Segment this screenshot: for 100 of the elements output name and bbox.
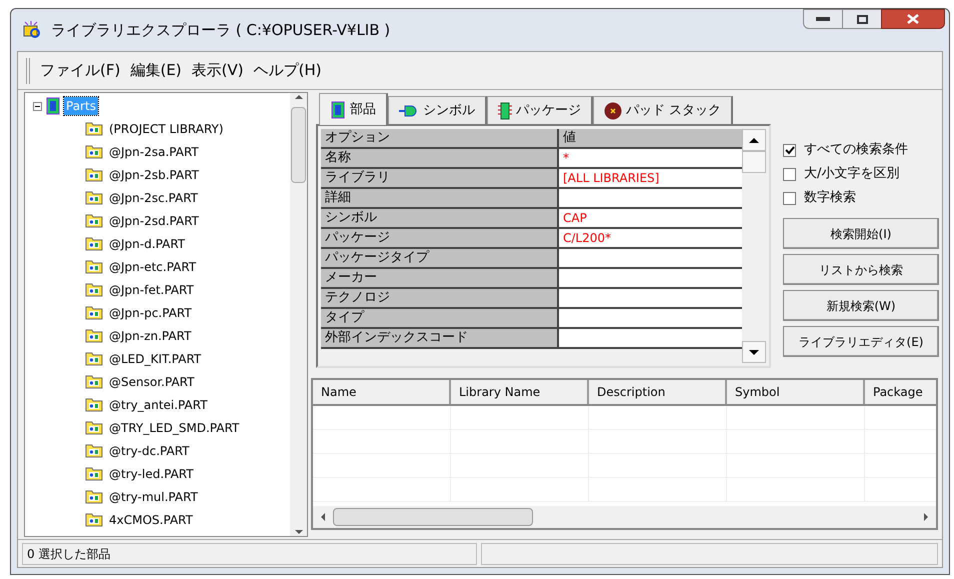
tab[interactable]: パッド スタック [593, 96, 734, 124]
gate-icon [399, 104, 419, 116]
column-header[interactable]: Library Name [451, 380, 589, 404]
scroll-thumb[interactable] [333, 508, 533, 526]
checkbox[interactable] [783, 192, 796, 204]
folder-icon [85, 374, 103, 389]
folder-icon [85, 190, 103, 205]
property-value[interactable]: CAP [559, 209, 742, 229]
property-value[interactable] [559, 249, 742, 269]
tree-item[interactable]: @TRY_LED_SMD.PART [109, 418, 240, 436]
action-button[interactable]: 検索開始(I) [783, 218, 939, 249]
tree-item[interactable]: @Jpn-2sd.PART [109, 212, 199, 230]
property-value[interactable] [559, 289, 742, 309]
tree-item[interactable]: @Jpn-2sc.PART [109, 188, 198, 206]
column-header[interactable]: Package [865, 380, 936, 404]
tree-item[interactable]: @Jpn-pc.PART [109, 304, 192, 322]
chip-icon [46, 97, 60, 115]
tree-item[interactable]: @Jpn-etc.PART [109, 258, 196, 276]
menu-item[interactable]: 表示(V) [192, 59, 244, 82]
tree-item[interactable]: @LED_KIT.PART [109, 350, 202, 368]
maximize-icon [856, 14, 868, 24]
folder-icon [85, 259, 103, 274]
scroll-up-button[interactable] [742, 129, 766, 151]
checkbox[interactable] [783, 144, 796, 156]
tab[interactable]: パッケージ [487, 96, 593, 124]
column-header: 値 [559, 129, 742, 149]
property-name: ライブラリ [321, 169, 559, 189]
tree-item[interactable]: @try-dc.PART [109, 442, 190, 460]
collapse-toggle[interactable] [33, 102, 42, 110]
tree-item[interactable]: @Jpn-fet.PART [109, 280, 194, 298]
tree-item[interactable]: @try-mul.PART [109, 488, 198, 506]
column-header[interactable]: Description [589, 380, 727, 404]
column-header[interactable]: Symbol [727, 380, 865, 404]
close-icon [907, 14, 919, 24]
property-value[interactable] [559, 309, 742, 329]
folder-icon [85, 351, 103, 366]
action-button[interactable]: ライブラリエディタ(E) [783, 326, 939, 357]
property-name: 詳細 [321, 189, 559, 209]
window-title: ライブラリエクスプローラ ( C:¥OPUSER-V¥LIB ) [51, 20, 390, 41]
folder-icon [85, 489, 103, 504]
tree-item[interactable]: @try-led.PART [109, 464, 194, 482]
chip-icon [330, 100, 346, 118]
property-value[interactable]: C/L200* [559, 229, 742, 249]
app-icon [23, 20, 43, 40]
action-button[interactable]: リストから検索 [783, 254, 939, 285]
checkbox[interactable] [783, 168, 796, 180]
menu-item[interactable]: ヘルプ(H) [254, 59, 322, 82]
status-text: 0 選択した部品 [22, 542, 478, 564]
folder-icon [85, 121, 103, 136]
folder-icon [85, 443, 103, 458]
tree-item[interactable]: @Sensor.PART [109, 372, 194, 390]
checkbox-label: 数字検索 [804, 189, 856, 208]
tab[interactable]: 部品 [319, 93, 388, 125]
folder-icon [85, 420, 103, 435]
vertical-scrollbar[interactable] [742, 129, 766, 363]
folder-icon [85, 236, 103, 251]
maximize-button[interactable] [843, 9, 881, 29]
scroll-up-icon [294, 95, 302, 99]
tree-item[interactable]: @Jpn-2sa.PART [109, 142, 199, 160]
tree-item[interactable]: @Jpn-d.PART [109, 234, 185, 252]
horizontal-scrollbar[interactable] [313, 506, 936, 528]
property-name: テクノロジ [321, 289, 559, 309]
property-value[interactable]: * [559, 149, 742, 169]
tree-item[interactable]: 4xCMOS.PART [109, 510, 193, 528]
action-button[interactable]: 新規検索(W) [783, 290, 939, 321]
tab[interactable]: シンボル [388, 96, 487, 124]
folder-icon [85, 305, 103, 320]
tree-item[interactable]: @Jpn-2sb.PART [109, 166, 199, 184]
scroll-thumb[interactable] [291, 107, 306, 183]
column-header[interactable]: Name [313, 380, 451, 404]
tree-item[interactable]: (PROJECT LIBRARY) [109, 120, 224, 138]
property-name: 外部インデックスコード [321, 329, 559, 349]
minimize-icon [816, 17, 830, 21]
menu-item[interactable]: ファイル(F) [40, 59, 120, 82]
package-icon [498, 102, 512, 120]
folder-icon [85, 328, 103, 343]
scroll-down-button[interactable] [742, 341, 766, 363]
folder-icon [85, 167, 103, 182]
folder-icon [85, 466, 103, 481]
property-name: パッケージ [321, 229, 559, 249]
tree-item[interactable]: @Jpn-zn.PART [109, 326, 192, 344]
folder-icon [85, 213, 103, 228]
tree-item[interactable]: @try_antei.PART [109, 396, 208, 414]
menu-item[interactable]: 編集(E) [130, 59, 182, 82]
vertical-scrollbar[interactable] [290, 93, 307, 536]
folder-icon [85, 282, 103, 297]
property-value[interactable] [559, 189, 742, 209]
property-name: タイプ [321, 309, 559, 329]
property-value[interactable] [559, 269, 742, 289]
scroll-thumb[interactable] [742, 151, 766, 173]
property-name: 名称 [321, 149, 559, 169]
close-button[interactable] [881, 9, 945, 29]
scroll-down-icon [294, 530, 302, 534]
property-name: シンボル [321, 209, 559, 229]
minimize-button[interactable] [803, 9, 843, 29]
folder-icon [85, 144, 103, 159]
folder-icon [85, 397, 103, 412]
property-value[interactable] [559, 329, 742, 349]
property-value[interactable]: [ALL LIBRARIES] [559, 169, 742, 189]
property-name: メーカー [321, 269, 559, 289]
